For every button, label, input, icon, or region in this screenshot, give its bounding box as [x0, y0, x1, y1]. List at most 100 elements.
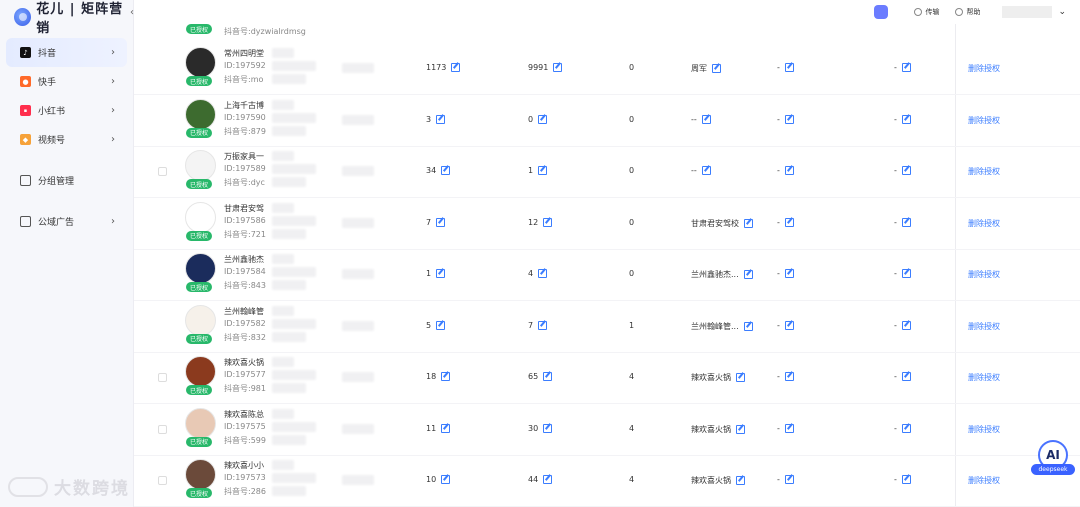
chevron-right-icon: ›: [111, 47, 115, 58]
redacted-text: [272, 434, 306, 445]
row-checkbox[interactable]: [158, 167, 167, 176]
account-nickname: 万振家具一: [224, 152, 264, 161]
edit-icon[interactable]: [543, 217, 553, 227]
edit-icon[interactable]: [436, 217, 446, 227]
edit-icon[interactable]: [784, 114, 794, 124]
edit-icon[interactable]: [441, 166, 451, 175]
edit-icon[interactable]: [784, 423, 794, 433]
delete-authorization-link[interactable]: 删除授权: [968, 218, 1000, 229]
edit-icon[interactable]: [538, 114, 548, 124]
account-nickname: 辣欢喜火锅: [224, 358, 264, 367]
metric-cell-2: 4: [528, 269, 548, 278]
app-switch-icon[interactable]: [874, 5, 889, 19]
row-checkbox[interactable]: [158, 476, 167, 485]
edit-icon[interactable]: [712, 64, 721, 73]
metric-value: 7: [528, 320, 534, 330]
edit-icon[interactable]: [901, 320, 911, 330]
edit-icon[interactable]: [441, 423, 451, 433]
edit-icon[interactable]: [901, 269, 911, 278]
edit-icon[interactable]: [701, 114, 711, 124]
field-cell-6: -: [894, 475, 911, 484]
chevron-down-icon[interactable]: ⌄: [1058, 7, 1066, 17]
ai-assistant-button[interactable]: AI deepseek: [1031, 440, 1075, 478]
douyin-handle: 抖音号:dyzwialrdmsg: [224, 27, 306, 36]
field-value: -: [894, 475, 897, 484]
delete-authorization-link[interactable]: 删除授权: [968, 475, 1000, 486]
edit-icon[interactable]: [451, 63, 461, 72]
field-cell-6: -: [894, 423, 911, 433]
edit-icon[interactable]: [784, 320, 794, 330]
delete-authorization-link[interactable]: 删除授权: [968, 372, 1000, 383]
edit-icon[interactable]: [784, 166, 794, 175]
brand-mark-icon: [14, 8, 32, 26]
metric-value: 3: [426, 114, 432, 124]
edit-icon[interactable]: [436, 320, 446, 330]
edit-icon[interactable]: [543, 372, 553, 381]
edit-icon[interactable]: [538, 166, 548, 175]
delete-authorization-link[interactable]: 删除授权: [968, 166, 1000, 177]
owner-cell: 兰州鑫驰杰...: [691, 269, 753, 280]
edit-icon[interactable]: [901, 475, 911, 484]
metric-value: 0: [629, 166, 635, 175]
owner-value: 辣欢喜火锅: [691, 476, 731, 485]
avatar: [185, 407, 216, 439]
delete-authorization-link[interactable]: 删除授权: [968, 321, 1000, 332]
delete-authorization-link[interactable]: 删除授权: [968, 424, 1000, 435]
edit-icon[interactable]: [784, 475, 794, 484]
edit-icon[interactable]: [441, 475, 451, 484]
edit-icon[interactable]: [543, 475, 553, 484]
edit-icon[interactable]: [701, 166, 711, 175]
redacted-text: [272, 331, 306, 342]
edit-icon[interactable]: [901, 166, 911, 175]
edit-icon[interactable]: [736, 476, 745, 485]
row-checkbox[interactable]: [158, 373, 167, 382]
edit-icon[interactable]: [743, 321, 753, 331]
sidebar-item-kuaishou[interactable]: ● 快手 ›: [6, 67, 127, 96]
edit-icon[interactable]: [436, 114, 446, 124]
user-name-redacted[interactable]: [1002, 6, 1053, 18]
sidebar-item-video-channel[interactable]: ◆ 视频号 ›: [6, 125, 127, 154]
sidebar-item-xiaohongshu[interactable]: ▪ 小红书 ›: [6, 96, 127, 125]
delete-authorization-link[interactable]: 删除授权: [968, 63, 1000, 74]
edit-icon[interactable]: [736, 424, 745, 434]
account-id: ID:197589: [224, 164, 266, 173]
edit-icon[interactable]: [441, 372, 451, 381]
sidebar-item-group-management[interactable]: 分组管理: [6, 166, 127, 195]
metric-value: 65: [528, 372, 539, 381]
row-checkbox[interactable]: [158, 424, 167, 434]
edit-icon[interactable]: [743, 270, 753, 279]
edit-icon[interactable]: [553, 63, 563, 72]
brand-logo[interactable]: 花儿 | 矩阵营销: [0, 0, 133, 36]
douyin-handle: 抖音号:721: [224, 229, 266, 239]
redacted-text: [272, 357, 294, 367]
edit-icon[interactable]: [538, 320, 548, 330]
edit-icon[interactable]: [901, 217, 911, 227]
edit-icon[interactable]: [901, 372, 911, 381]
sidebar-item-public-ads[interactable]: 公域广告 ›: [6, 207, 127, 236]
owner-value: 兰州翰峰管...: [691, 321, 739, 331]
edit-icon[interactable]: [901, 63, 911, 72]
edit-icon[interactable]: [784, 269, 794, 278]
edit-icon[interactable]: [543, 423, 553, 433]
edit-icon[interactable]: [736, 373, 745, 382]
avatar: [185, 47, 216, 78]
redacted-cell: [342, 372, 374, 382]
edit-icon[interactable]: [784, 372, 794, 381]
account-id: ID:197592: [224, 61, 266, 70]
field-cell-5: -: [777, 217, 794, 227]
edit-icon[interactable]: [784, 217, 794, 227]
edit-icon[interactable]: [436, 269, 446, 278]
delete-authorization-link[interactable]: 删除授权: [968, 269, 1000, 280]
help-button[interactable]: 帮助: [955, 7, 980, 17]
edit-icon[interactable]: [901, 423, 911, 433]
douyin-handle: 抖音号:dyc: [224, 178, 265, 187]
avatar: [185, 201, 216, 233]
edit-icon[interactable]: [538, 269, 548, 278]
delete-authorization-link[interactable]: 删除授权: [968, 115, 1000, 126]
metric-cell-3: 0: [629, 63, 634, 72]
edit-icon[interactable]: [784, 63, 794, 72]
transfer-button[interactable]: 传输: [914, 7, 939, 17]
sidebar-item-douyin[interactable]: ♪ 抖音 ›: [6, 38, 127, 67]
edit-icon[interactable]: [901, 114, 911, 124]
edit-icon[interactable]: [744, 218, 753, 228]
